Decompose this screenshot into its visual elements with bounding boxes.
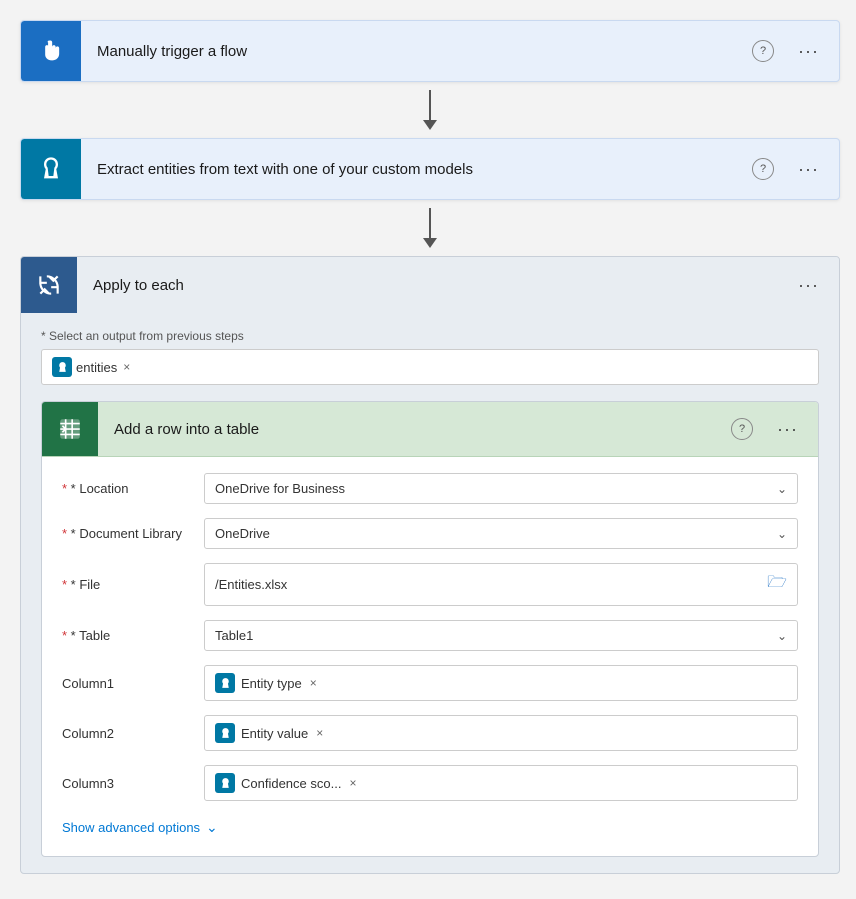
- column3-tag-text: Confidence sco...: [241, 776, 341, 791]
- column3-tag-close[interactable]: ×: [349, 776, 356, 790]
- table-dropdown[interactable]: Table1 ⌄: [204, 620, 798, 651]
- extract-title: Extract entities from text with one of y…: [81, 161, 748, 178]
- column3-label: Column3: [62, 776, 192, 791]
- trigger-help-button[interactable]: ?: [748, 36, 778, 66]
- location-dropdown[interactable]: OneDrive for Business ⌄: [204, 473, 798, 504]
- select-output-input[interactable]: entities ×: [41, 349, 819, 385]
- apply-each-body: * Select an output from previous steps e…: [21, 313, 839, 873]
- trigger-more-button[interactable]: ···: [794, 37, 823, 66]
- add-row-card: Add a row into a table ? ··· * * Locatio…: [41, 401, 819, 857]
- excel-icon-bg: [42, 402, 98, 456]
- add-row-title: Add a row into a table: [98, 421, 727, 438]
- document-library-dropdown[interactable]: OneDrive ⌄: [204, 518, 798, 549]
- entities-tag-close[interactable]: ×: [123, 360, 130, 374]
- table-row: * * Table Table1 ⌄: [62, 620, 798, 651]
- extract-icon-bg: [21, 139, 81, 199]
- entities-tag: entities ×: [52, 357, 130, 377]
- select-output-label: * Select an output from previous steps: [41, 329, 819, 343]
- apply-each-header: Apply to each ···: [21, 257, 839, 313]
- help-circle-icon-3: ?: [731, 418, 753, 440]
- location-row: * * Location OneDrive for Business ⌄: [62, 473, 798, 504]
- document-library-value: OneDrive: [215, 526, 270, 541]
- trigger-icon-bg: [21, 21, 81, 81]
- file-input[interactable]: /Entities.xlsx 🗁: [204, 563, 798, 606]
- doc-library-dropdown-arrow: ⌄: [777, 527, 787, 541]
- extract-more-button[interactable]: ···: [794, 155, 823, 184]
- apply-each-icon-bg: [21, 257, 77, 313]
- location-dropdown-arrow: ⌄: [777, 482, 787, 496]
- column2-input[interactable]: Entity value ×: [204, 715, 798, 751]
- column1-tag-text: Entity type: [241, 676, 302, 691]
- column1-label: Column1: [62, 676, 192, 691]
- column2-row: Column2 Entity value ×: [62, 715, 798, 751]
- location-label: * * Location: [62, 481, 192, 496]
- add-row-body: * * Location OneDrive for Business ⌄ * *…: [42, 457, 818, 856]
- show-advanced-button[interactable]: Show advanced options ⌄: [62, 815, 218, 840]
- entities-tag-text: entities: [76, 360, 117, 375]
- apply-each-actions: ···: [794, 271, 839, 300]
- excel-icon: [57, 416, 83, 442]
- file-label: * * File: [62, 577, 192, 592]
- extract-actions: ? ···: [748, 154, 839, 184]
- table-value: Table1: [215, 628, 253, 643]
- column2-label: Column2: [62, 726, 192, 741]
- column2-tag-icon: [215, 723, 235, 743]
- help-circle-icon: ?: [752, 40, 774, 62]
- file-value: /Entities.xlsx: [215, 577, 287, 592]
- trigger-title: Manually trigger a flow: [81, 43, 748, 60]
- document-library-row: * * Document Library OneDrive ⌄: [62, 518, 798, 549]
- trigger-card: Manually trigger a flow ? ···: [20, 20, 840, 82]
- brain-icon: [37, 155, 65, 183]
- loop-icon: [36, 272, 62, 298]
- column1-input[interactable]: Entity type ×: [204, 665, 798, 701]
- apply-each-title: Apply to each: [77, 277, 794, 294]
- chevron-down-icon: ⌄: [206, 819, 218, 836]
- column2-tag-text: Entity value: [241, 726, 308, 741]
- column1-tag-close[interactable]: ×: [310, 676, 317, 690]
- column3-row: Column3 Confidence sco... ×: [62, 765, 798, 801]
- show-advanced-label: Show advanced options: [62, 820, 200, 835]
- apply-each-more-button[interactable]: ···: [794, 271, 823, 300]
- column3-brain-icon: [219, 777, 232, 790]
- trigger-actions: ? ···: [748, 36, 839, 66]
- flow-container: Manually trigger a flow ? ··· Extract en…: [20, 20, 840, 874]
- tag-entity-icon: [52, 357, 72, 377]
- folder-icon: 🗁: [767, 571, 787, 598]
- table-dropdown-arrow: ⌄: [777, 629, 787, 643]
- arrow-2: [423, 200, 437, 256]
- column2-brain-icon: [219, 727, 232, 740]
- column3-input[interactable]: Confidence sco... ×: [204, 765, 798, 801]
- location-value: OneDrive for Business: [215, 481, 345, 496]
- help-circle-icon-2: ?: [752, 158, 774, 180]
- add-row-more-button[interactable]: ···: [773, 415, 802, 444]
- column1-tag-icon: [215, 673, 235, 693]
- arrow-head-1: [423, 120, 437, 130]
- arrow-head-2: [423, 238, 437, 248]
- arrow-1: [423, 82, 437, 138]
- extract-help-button[interactable]: ?: [748, 154, 778, 184]
- hand-icon: [37, 37, 65, 65]
- column3-tag-icon: [215, 773, 235, 793]
- file-row: * * File /Entities.xlsx 🗁: [62, 563, 798, 606]
- arrow-line-1: [429, 90, 431, 120]
- extract-card: Extract entities from text with one of y…: [20, 138, 840, 200]
- document-library-label: * * Document Library: [62, 526, 192, 541]
- tag-brain-icon: [56, 361, 69, 374]
- column2-tag-close[interactable]: ×: [316, 726, 323, 740]
- apply-each-container: Apply to each ··· * Select an output fro…: [20, 256, 840, 874]
- column1-row: Column1 Entity type ×: [62, 665, 798, 701]
- table-label: * * Table: [62, 628, 192, 643]
- add-row-actions: ? ···: [727, 414, 818, 444]
- arrow-line-2: [429, 208, 431, 238]
- column1-brain-icon: [219, 677, 232, 690]
- add-row-header: Add a row into a table ? ···: [42, 402, 818, 457]
- add-row-help-button[interactable]: ?: [727, 414, 757, 444]
